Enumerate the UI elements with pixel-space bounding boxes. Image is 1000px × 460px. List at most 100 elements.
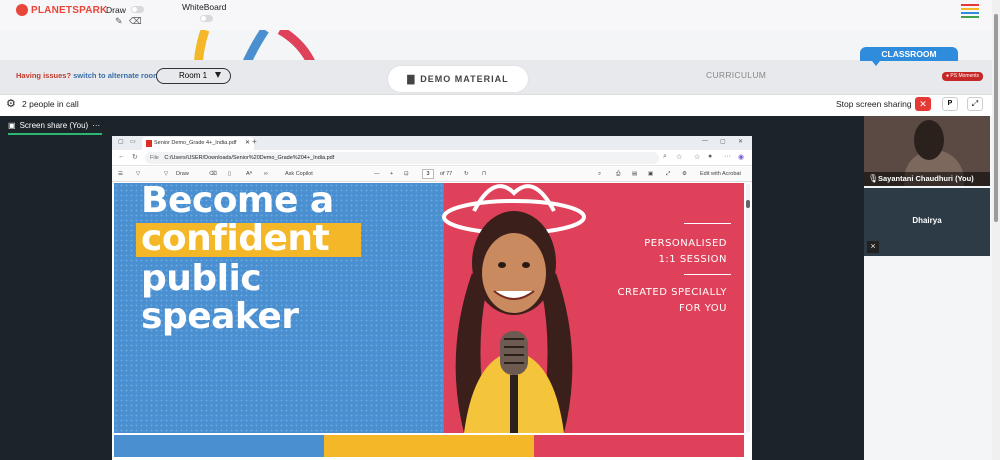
participant-video — [914, 120, 944, 160]
alternate-room-link[interactable]: switch to alternate room — [73, 71, 160, 80]
page-scrollbar[interactable] — [992, 0, 1000, 460]
expand-icon[interactable]: ⤢ — [967, 97, 983, 111]
participant-name: Sayantani Chaudhuri (You) — [864, 172, 990, 186]
browser-tab[interactable]: Senior Demo_Grade 4+_India.pdf ✕ — [142, 137, 254, 150]
caret-down-icon — [215, 72, 221, 78]
save-as-icon[interactable]: ▣ — [648, 171, 653, 177]
workspaces-icon[interactable]: ▢ — [118, 138, 124, 145]
tab-curriculum[interactable]: CURRICULUM — [706, 70, 766, 80]
fit-page-icon[interactable]: ⊡ — [404, 171, 409, 177]
save-icon[interactable]: ▤ — [632, 171, 637, 177]
url-scheme: File — [150, 155, 159, 161]
new-tab-icon[interactable]: + — [252, 137, 257, 146]
active-tab-indicator — [8, 133, 102, 135]
pdf-icon — [146, 140, 152, 147]
menu-line — [961, 8, 979, 10]
help-prefix: Having issues? — [16, 71, 72, 80]
zoom-in-icon[interactable]: + — [390, 171, 393, 177]
pencil-icon[interactable]: ✎ — [115, 16, 123, 27]
scroll-thumb[interactable] — [746, 200, 750, 208]
pdf-draw-label[interactable]: Draw — [176, 171, 189, 177]
url-field[interactable]: File C:/Users/USER/Downloads/Senior%20De… — [145, 152, 659, 164]
ask-copilot-button[interactable]: Ask Copilot — [285, 171, 313, 177]
zoom-out-icon[interactable]: — — [374, 171, 380, 177]
menu-line — [961, 4, 979, 6]
copilot-icon[interactable]: ◉ — [738, 153, 744, 161]
help-text: Having issues? switch to alternate room — [16, 71, 160, 80]
profile-avatar[interactable]: ● — [708, 153, 712, 160]
text-icon[interactable]: Aᴬ — [246, 171, 252, 177]
stop-sharing-button[interactable]: ✕ — [915, 97, 931, 111]
next-page-stripe — [114, 435, 744, 457]
stripe-pink — [534, 435, 744, 457]
pdf-page: Become a confident public speaker PERSON… — [114, 183, 744, 433]
whiteboard-toggle[interactable] — [200, 15, 213, 22]
gear-icon[interactable]: ⚙ — [6, 97, 16, 110]
room-select[interactable]: Room 1 — [156, 68, 231, 84]
minimize-icon[interactable]: — — [702, 138, 708, 144]
ps-moments-badge[interactable]: ● PS Moments — [942, 72, 984, 81]
menu-icon[interactable] — [961, 4, 979, 20]
screen-share-tab[interactable]: ▣ Screen share (You) ··· — [8, 121, 100, 130]
mic-icon: 🎙 — [868, 174, 879, 183]
url-text: C:/Users/USER/Downloads/Senior%20Demo_Gr… — [164, 155, 335, 161]
contents-icon[interactable]: ☰ — [118, 171, 123, 177]
fullscreen-icon[interactable]: ⤢ — [666, 171, 670, 178]
side-block-2: CREATED SPECIALLY FOR YOU — [617, 285, 727, 317]
eraser-icon[interactable]: ⌫ — [129, 16, 142, 27]
divider — [684, 223, 731, 224]
side-block-1: PERSONALISED 1:1 SESSION — [644, 236, 727, 268]
maximize-icon[interactable]: ▢ — [720, 138, 726, 145]
more-options-icon[interactable]: ··· — [724, 153, 731, 160]
back-icon[interactable]: ← — [118, 153, 125, 160]
demo-material-button[interactable]: ▇ DEMO MATERIAL — [388, 66, 528, 92]
highlight-icon[interactable]: ▽ — [136, 171, 140, 177]
erase-icon[interactable]: ⌫ — [209, 171, 217, 177]
people-count: 2 people in call — [22, 99, 79, 109]
draw-toggle[interactable] — [131, 6, 144, 13]
close-window-icon[interactable]: ✕ — [738, 138, 743, 145]
settings-icon[interactable]: ⚙ — [682, 171, 687, 177]
favorite-icon[interactable]: ☆ — [676, 153, 682, 161]
demo-material-label: DEMO MATERIAL — [420, 74, 509, 84]
logo-text: PLANETSPARK — [31, 4, 108, 16]
favorites-bar-icon[interactable]: ☆ — [694, 153, 700, 161]
rotate-icon[interactable]: ↻ — [464, 171, 469, 177]
refresh-icon[interactable]: ↻ — [132, 153, 138, 161]
two-page-icon[interactable]: ⊓ — [482, 171, 486, 177]
top-toolbar — [0, 0, 992, 30]
scroll-thumb[interactable] — [994, 14, 998, 222]
girl-with-microphone-image — [442, 184, 586, 433]
view-icon[interactable]: ▯ — [228, 171, 231, 177]
pdf-scrollbar[interactable] — [746, 184, 750, 432]
planetspark-logo: PLANETSPARK — [16, 4, 107, 16]
stripe-blue — [114, 435, 324, 457]
screen-share-tab-label: Screen share (You) — [19, 121, 89, 130]
headline-line-2: confident — [141, 218, 330, 259]
draw-icon[interactable]: ▽ — [164, 171, 168, 177]
zoom-icon[interactable]: ⌕ — [663, 153, 667, 161]
divider — [684, 274, 731, 275]
read-aloud-icon[interactable]: ∞ — [264, 171, 268, 177]
side-text-line: 1:1 SESSION — [658, 254, 727, 265]
stripe-yellow — [324, 435, 534, 457]
whiteboard-label: WhiteBoard — [182, 2, 227, 12]
close-tab-icon[interactable]: ✕ — [245, 137, 250, 150]
p-button[interactable]: P — [942, 97, 958, 111]
shared-browser-window: ▢ ▭ Senior Demo_Grade 4+_India.pdf ✕ + —… — [112, 136, 752, 460]
edit-acrobat-button[interactable]: Edit with Acrobat — [700, 171, 741, 177]
screen-icon: ▣ — [8, 121, 16, 130]
page-total: of 77 — [440, 171, 453, 177]
ps-moments-label: PS Moments — [950, 73, 980, 79]
print-icon[interactable]: ⎙ — [616, 171, 620, 178]
participant-tile[interactable]: Dhairya ⨯ — [864, 188, 990, 256]
room-select-value: Room 1 — [179, 71, 208, 80]
participant-name: Dhairya — [912, 216, 942, 225]
participant-tile-self[interactable]: Sayantani Chaudhuri (You) 🎙 — [864, 116, 990, 186]
search-icon[interactable]: ⌕ — [598, 171, 601, 178]
mic-off-icon: ⨯ — [867, 241, 879, 253]
more-icon[interactable]: ··· — [92, 121, 100, 130]
page-number-input[interactable]: 3 — [422, 169, 434, 179]
tab-actions-icon[interactable]: ▭ — [130, 138, 136, 145]
tab-classroom[interactable]: CLASSROOM — [860, 47, 958, 66]
